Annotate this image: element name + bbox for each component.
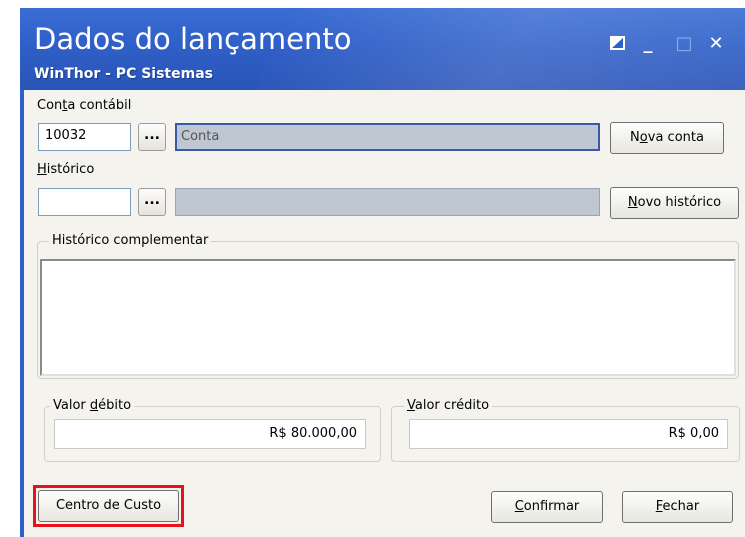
title-bar[interactable]: Dados do lançamento WinThor - PC Sistema… [20, 8, 745, 90]
conta-contabil-label: Conta contábil [37, 98, 132, 113]
valor-debito-label: Valor débito [50, 398, 135, 413]
minimize-icon[interactable]: _ [638, 34, 658, 54]
window-subtitle: WinThor - PC Sistemas [34, 66, 213, 82]
close-icon[interactable]: ✕ [706, 34, 726, 54]
valor-credito-input[interactable]: R$ 0,00 [409, 419, 728, 449]
dialog-body: Conta contábil 10032 ... Conta Nova cont… [24, 90, 745, 537]
historico-description-field [175, 188, 600, 216]
novo-historico-button[interactable]: Novo histórico [610, 187, 739, 219]
confirmar-button[interactable]: Confirmar [491, 491, 603, 523]
historico-lookup-button[interactable]: ... [138, 188, 166, 216]
conta-lookup-button[interactable]: ... [138, 123, 166, 151]
dialog-window: Dados do lançamento WinThor - PC Sistema… [0, 0, 745, 537]
window-title: Dados do lançamento [34, 22, 352, 56]
restore-icon[interactable] [608, 34, 628, 54]
maximize-icon: □ [675, 33, 693, 54]
valor-debito-input[interactable]: R$ 80.000,00 [54, 419, 366, 449]
historico-complementar-label: Histórico complementar [49, 233, 212, 248]
fechar-button[interactable]: Fechar [622, 491, 733, 523]
nova-conta-button[interactable]: Nova conta [610, 122, 724, 154]
historico-complementar-textarea[interactable] [40, 259, 736, 376]
historico-label: Histórico [37, 162, 95, 177]
conta-code-input[interactable]: 10032 [38, 123, 131, 151]
historico-code-input[interactable] [38, 188, 131, 216]
conta-description-field[interactable]: Conta [175, 123, 600, 151]
centro-custo-button[interactable]: Centro de Custo [38, 490, 179, 522]
valor-credito-label: Valor crédito [404, 398, 493, 413]
